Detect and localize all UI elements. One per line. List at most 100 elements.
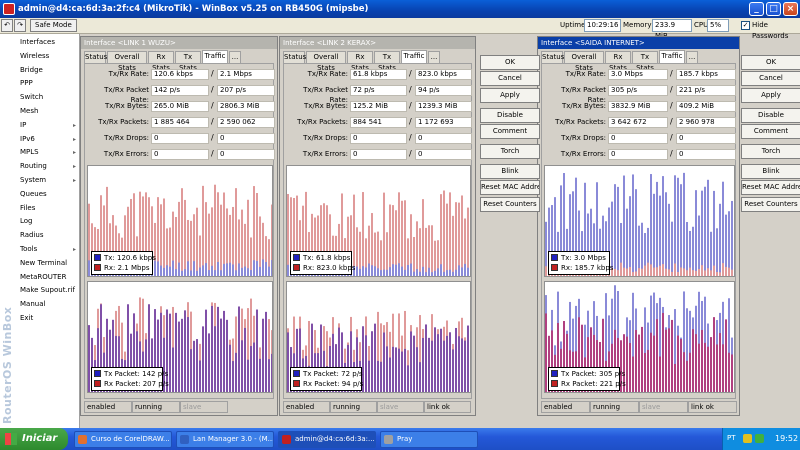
blink-button[interactable]: Blink bbox=[480, 164, 540, 179]
start-button[interactable]: Iniciar bbox=[0, 428, 68, 450]
taskbar-task[interactable]: admin@d4:ca:6d:3a:... bbox=[278, 431, 376, 448]
sidebar-item-wireless[interactable]: Wireless bbox=[16, 50, 80, 64]
hide-passwords-checkbox[interactable]: ✓ bbox=[741, 21, 750, 30]
ok-button[interactable]: OK bbox=[741, 55, 800, 70]
sidebar-item-ipv6[interactable]: IPv6 ▸ bbox=[16, 133, 80, 147]
sidebar-item-label: Radius bbox=[20, 231, 44, 240]
tab-overall-stats[interactable]: Overall Stats bbox=[107, 51, 147, 72]
disable-button[interactable]: Disable bbox=[480, 108, 540, 123]
sidebar-item-mpls[interactable]: MPLS ▸ bbox=[16, 146, 80, 160]
safe-mode-button[interactable]: Safe Mode bbox=[30, 19, 77, 32]
tab-tx-stats[interactable]: Tx Stats bbox=[632, 51, 658, 72]
sidebar-item-tools[interactable]: Tools ▸ bbox=[16, 243, 80, 257]
graph-bar-secondary bbox=[677, 271, 679, 276]
tab-overall-stats[interactable]: Overall Stats bbox=[564, 51, 604, 72]
sidebar-item-exit[interactable]: Exit bbox=[16, 312, 80, 326]
taskbar-task[interactable]: Lan Manager 3.0 - (M... bbox=[176, 431, 274, 448]
chevron-right-icon: ▸ bbox=[72, 121, 76, 129]
tab-rx-stats[interactable]: Rx Stats bbox=[148, 51, 174, 72]
tab-status[interactable]: Status bbox=[283, 51, 306, 63]
sidebar-item-mesh[interactable]: Mesh bbox=[16, 105, 80, 119]
graph-bar-primary bbox=[431, 225, 433, 276]
sidebar-item-make-supout-rif[interactable]: Make Supout.rif bbox=[16, 284, 80, 298]
minimize-button[interactable]: _ bbox=[749, 2, 764, 16]
tab-traffic[interactable]: Traffic bbox=[401, 50, 427, 63]
status-slave: slave bbox=[180, 401, 228, 413]
sidebar-item-files[interactable]: Files bbox=[16, 202, 80, 216]
legend-tx-packet-text: Tx Packet: 142 p/s bbox=[104, 370, 169, 378]
graph-bar-primary bbox=[716, 228, 718, 276]
reset-mac-address-button[interactable]: Reset MAC Address bbox=[741, 180, 800, 195]
tray-icon-security[interactable] bbox=[755, 434, 764, 443]
panel-title: Interface <LINK 1 WUZU> bbox=[81, 37, 277, 49]
graph-bar-secondary bbox=[217, 261, 219, 276]
sidebar-item-queues[interactable]: Queues bbox=[16, 188, 80, 202]
sidebar-item-routing[interactable]: Routing ▸ bbox=[16, 160, 80, 174]
reset-counters-button[interactable]: Reset Counters bbox=[741, 197, 800, 212]
tab-more[interactable]: ... bbox=[229, 51, 241, 63]
status-enabled: enabled bbox=[541, 401, 590, 413]
sidebar-item-label: Routing bbox=[20, 162, 47, 171]
tab-traffic[interactable]: Traffic bbox=[202, 50, 228, 63]
field-separator: / bbox=[409, 101, 412, 110]
blink-button[interactable]: Blink bbox=[741, 164, 800, 179]
tab-more[interactable]: ... bbox=[428, 51, 440, 63]
reset-counters-button[interactable]: Reset Counters bbox=[480, 197, 540, 212]
sidebar-item-manual[interactable]: Manual bbox=[16, 298, 80, 312]
disable-button[interactable]: Disable bbox=[741, 108, 800, 123]
apply-button[interactable]: Apply bbox=[480, 88, 540, 103]
taskbar-task[interactable]: Pray bbox=[380, 431, 478, 448]
comment-button[interactable]: Comment bbox=[741, 124, 800, 139]
close-button[interactable]: × bbox=[783, 2, 798, 16]
graph-bar-secondary bbox=[184, 310, 186, 392]
sidebar-item-radius[interactable]: Radius bbox=[16, 229, 80, 243]
sidebar-item-interfaces[interactable]: Interfaces bbox=[16, 36, 80, 50]
graph-bar-primary bbox=[422, 199, 424, 276]
reset-mac-address-button[interactable]: Reset MAC Address bbox=[480, 180, 540, 195]
legend-rx-text: Rx: 2.1 Mbps bbox=[104, 264, 150, 272]
field-rx-value: 185.7 kbps bbox=[676, 69, 736, 80]
sidebar-item-bridge[interactable]: Bridge bbox=[16, 64, 80, 78]
tab-tx-stats[interactable]: Tx Stats bbox=[175, 51, 201, 72]
uptime-label: Uptime bbox=[560, 21, 586, 29]
torch-button[interactable]: Torch bbox=[741, 144, 800, 159]
language-indicator[interactable]: PT bbox=[727, 433, 736, 444]
cancel-button[interactable]: Cancel bbox=[741, 71, 800, 86]
cancel-button[interactable]: Cancel bbox=[480, 71, 540, 86]
graph-bar-secondary bbox=[217, 306, 219, 392]
sidebar-item-ppp[interactable]: PPP bbox=[16, 77, 80, 91]
graph-bar-secondary bbox=[725, 266, 727, 276]
field-rx-value: 2.1 Mbps bbox=[217, 69, 275, 80]
tab-rx-stats[interactable]: Rx Stats bbox=[347, 51, 373, 72]
sidebar-item-ip[interactable]: IP ▸ bbox=[16, 119, 80, 133]
tab-rx-stats[interactable]: Rx Stats bbox=[605, 51, 631, 72]
tab-status[interactable]: Status bbox=[84, 51, 107, 63]
taskbar-task[interactable]: Curso de CorelDRAW... bbox=[74, 431, 172, 448]
sidebar-item-log[interactable]: Log bbox=[16, 215, 80, 229]
sidebar-item-new-terminal[interactable]: New Terminal bbox=[16, 257, 80, 271]
tray-icon-network[interactable] bbox=[743, 434, 752, 443]
torch-button[interactable]: Torch bbox=[480, 144, 540, 159]
rate-graph: Tx: 120.6 kbps Rx: 2.1 Mbps bbox=[87, 165, 273, 277]
graph-bar-secondary bbox=[383, 332, 385, 392]
tab-overall-stats[interactable]: Overall Stats bbox=[306, 51, 346, 72]
comment-button[interactable]: Comment bbox=[480, 124, 540, 139]
tab-status[interactable]: Status bbox=[541, 51, 564, 63]
field-tx-value: 72 p/s bbox=[350, 85, 407, 96]
tab-more[interactable]: ... bbox=[686, 51, 698, 63]
undo-icon[interactable]: ↶ bbox=[1, 19, 13, 32]
tab-traffic[interactable]: Traffic bbox=[659, 50, 685, 63]
redo-icon[interactable]: ↷ bbox=[14, 19, 26, 32]
sidebar-item-system[interactable]: System ▸ bbox=[16, 174, 80, 188]
ok-button[interactable]: OK bbox=[480, 55, 540, 70]
graph-bar-secondary bbox=[710, 270, 712, 276]
graph-bar-secondary bbox=[650, 332, 652, 392]
apply-button[interactable]: Apply bbox=[741, 88, 800, 103]
field-tx-value: 0 bbox=[608, 149, 668, 160]
field-rx-value: 221 p/s bbox=[676, 85, 736, 96]
graph-bar-secondary bbox=[689, 267, 691, 276]
sidebar-item-switch[interactable]: Switch bbox=[16, 91, 80, 105]
maximize-button[interactable]: □ bbox=[766, 2, 781, 16]
tab-tx-stats[interactable]: Tx Stats bbox=[374, 51, 400, 72]
sidebar-item-metarouter[interactable]: MetaROUTER bbox=[16, 271, 80, 285]
